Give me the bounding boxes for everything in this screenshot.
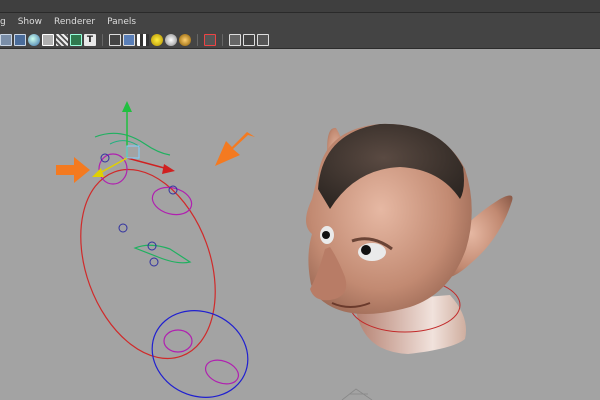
menu-panels[interactable]: Panels (101, 13, 142, 32)
menu-renderer[interactable]: Renderer (48, 13, 101, 32)
toolbar-separator (197, 34, 198, 46)
text-icon[interactable]: T (84, 34, 96, 46)
safe-action-icon[interactable] (243, 34, 255, 46)
viewport-canvas (56, 101, 513, 400)
light-yellow-icon[interactable] (151, 34, 163, 46)
annotation-arrow-right (215, 132, 255, 166)
textured-icon[interactable] (42, 34, 54, 46)
upper-lip-curve (133, 244, 192, 264)
toolbar-separator (222, 34, 223, 46)
resolution-gate-icon[interactable] (229, 34, 241, 46)
menu-lighting[interactable]: g (0, 13, 12, 32)
hierarchy-icon[interactable] (257, 34, 269, 46)
light-gold-icon[interactable] (179, 34, 191, 46)
smooth-shade-icon[interactable] (28, 34, 40, 46)
window-top-strip (0, 0, 600, 13)
grid-icon[interactable] (0, 34, 12, 46)
head-control-curve (80, 168, 216, 360)
cube-blue-icon[interactable] (123, 34, 135, 46)
3d-viewport[interactable] (0, 49, 600, 400)
light-sphere-icon[interactable] (165, 34, 177, 46)
jaw-control-curve (151, 310, 249, 398)
left-brow-curve (98, 153, 128, 185)
isolate-icon[interactable] (56, 34, 68, 46)
move-manipulator (92, 101, 175, 177)
panel-toolbar: T (0, 32, 600, 49)
film-gate-icon[interactable] (204, 34, 216, 46)
annotation-arrow-left (56, 157, 90, 183)
panel-menubar: g Show Renderer Panels (0, 13, 600, 32)
menu-show[interactable]: Show (12, 13, 48, 32)
wireframe-icon[interactable] (14, 34, 26, 46)
toolbar-separator (102, 34, 103, 46)
chin-curve (204, 359, 240, 385)
jaw-inner-curve (163, 329, 193, 353)
cube-wire-icon[interactable] (109, 34, 121, 46)
checker-cube-icon[interactable] (137, 34, 149, 46)
camera-icon[interactable] (70, 34, 82, 46)
